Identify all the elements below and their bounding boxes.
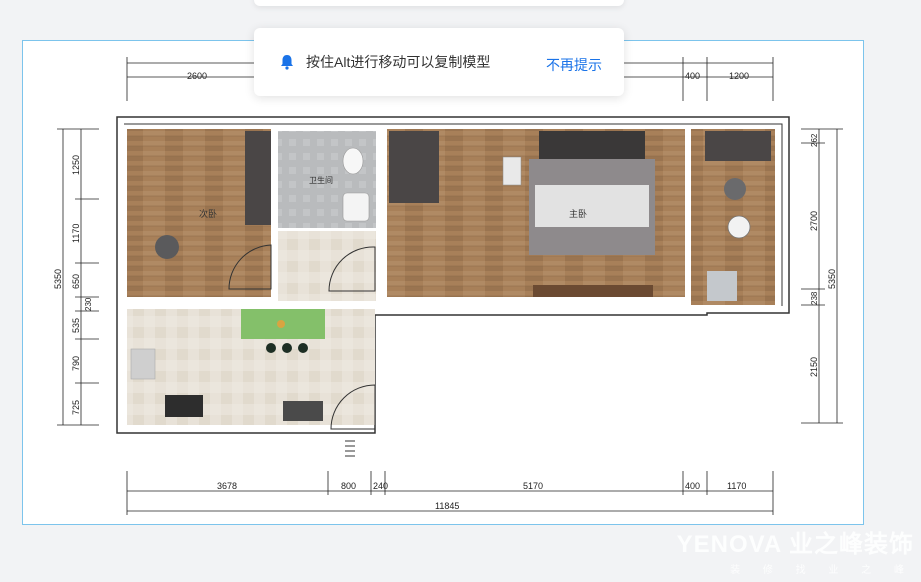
bar-stool[interactable] bbox=[266, 343, 276, 353]
wardrobe[interactable] bbox=[389, 131, 439, 203]
tip-toast: 按住Alt进行移动可以复制模型 不再提示 bbox=[254, 28, 624, 96]
toilet[interactable] bbox=[342, 147, 364, 175]
label-master-bedroom: 主卧 bbox=[569, 208, 587, 219]
dim-bottom-5: 400 bbox=[685, 481, 700, 491]
washer[interactable] bbox=[707, 271, 737, 301]
brand-watermark: YENOVA 业之峰装饰 装 修 找 业 之 峰 bbox=[622, 524, 914, 576]
dim-left-total: 5350 bbox=[53, 269, 63, 289]
dim-left-7: 725 bbox=[71, 400, 81, 415]
dim-left-4: 230 bbox=[84, 297, 93, 311]
dim-bottom-4: 5170 bbox=[523, 481, 543, 491]
wardrobe[interactable] bbox=[245, 131, 271, 225]
dim-right-2: 2700 bbox=[809, 211, 819, 231]
bell-icon bbox=[281, 55, 293, 70]
dim-top-right: 1200 bbox=[729, 71, 749, 81]
dim-top-left: 2600 bbox=[187, 71, 207, 81]
dim-right-total: 5350 bbox=[827, 269, 837, 289]
dim-bottom-1: 3678 bbox=[217, 481, 237, 491]
dim-bottom-2: 800 bbox=[341, 481, 356, 491]
washbasin[interactable] bbox=[342, 192, 370, 222]
dim-left-3: 650 bbox=[71, 274, 81, 289]
toast-message: 按住Alt进行移动可以复制模型 bbox=[306, 54, 491, 70]
label-bathroom: 卫生间 bbox=[309, 175, 333, 185]
dim-top-mid: 400 bbox=[685, 71, 700, 81]
shelf[interactable] bbox=[705, 131, 771, 161]
chair[interactable] bbox=[155, 235, 179, 259]
watermark-brand: YENOVA 业之峰装饰 bbox=[676, 531, 914, 558]
stove[interactable] bbox=[165, 395, 203, 417]
dim-left-2: 1170 bbox=[71, 224, 81, 243]
dim-bottom-total: 11845 bbox=[435, 501, 459, 511]
dim-right-3: 238 bbox=[810, 291, 819, 305]
dim-bottom-6: 1170 bbox=[727, 481, 746, 491]
bed-sheet bbox=[535, 185, 649, 227]
mirror[interactable] bbox=[727, 215, 751, 239]
entrance-arrow-icon bbox=[345, 440, 355, 457]
dim-left-6: 790 bbox=[71, 356, 81, 371]
label-second-bedroom: 次卧 bbox=[199, 208, 217, 219]
panel-bottom-edge bbox=[254, 0, 624, 6]
bar-stool[interactable] bbox=[298, 343, 308, 353]
dismiss-tip-link[interactable]: 不再提示 bbox=[546, 55, 602, 75]
dim-bottom-3: 240 bbox=[373, 481, 388, 491]
dim-right-4: 2150 bbox=[809, 357, 819, 377]
chair[interactable] bbox=[724, 178, 746, 200]
chair[interactable] bbox=[502, 156, 522, 186]
cabinet[interactable] bbox=[283, 401, 323, 421]
watermark-sub: 装 修 找 业 之 峰 bbox=[730, 565, 914, 576]
design-canvas[interactable]: 次卧 卫生间 主卧 2600 400 1200 3678 800 240 517… bbox=[22, 40, 864, 525]
sink[interactable] bbox=[130, 348, 156, 380]
bar-stool[interactable] bbox=[282, 343, 292, 353]
headboard[interactable] bbox=[539, 131, 645, 161]
dim-left-5: 535 bbox=[71, 318, 81, 333]
dim-left-1: 1250 bbox=[71, 155, 81, 175]
tv-console[interactable] bbox=[533, 285, 653, 297]
floorplan-drawing: 次卧 卫生间 主卧 2600 400 1200 3678 800 240 517… bbox=[53, 57, 843, 515]
dim-right-1: 262 bbox=[810, 133, 819, 147]
plant-icon bbox=[277, 320, 285, 328]
